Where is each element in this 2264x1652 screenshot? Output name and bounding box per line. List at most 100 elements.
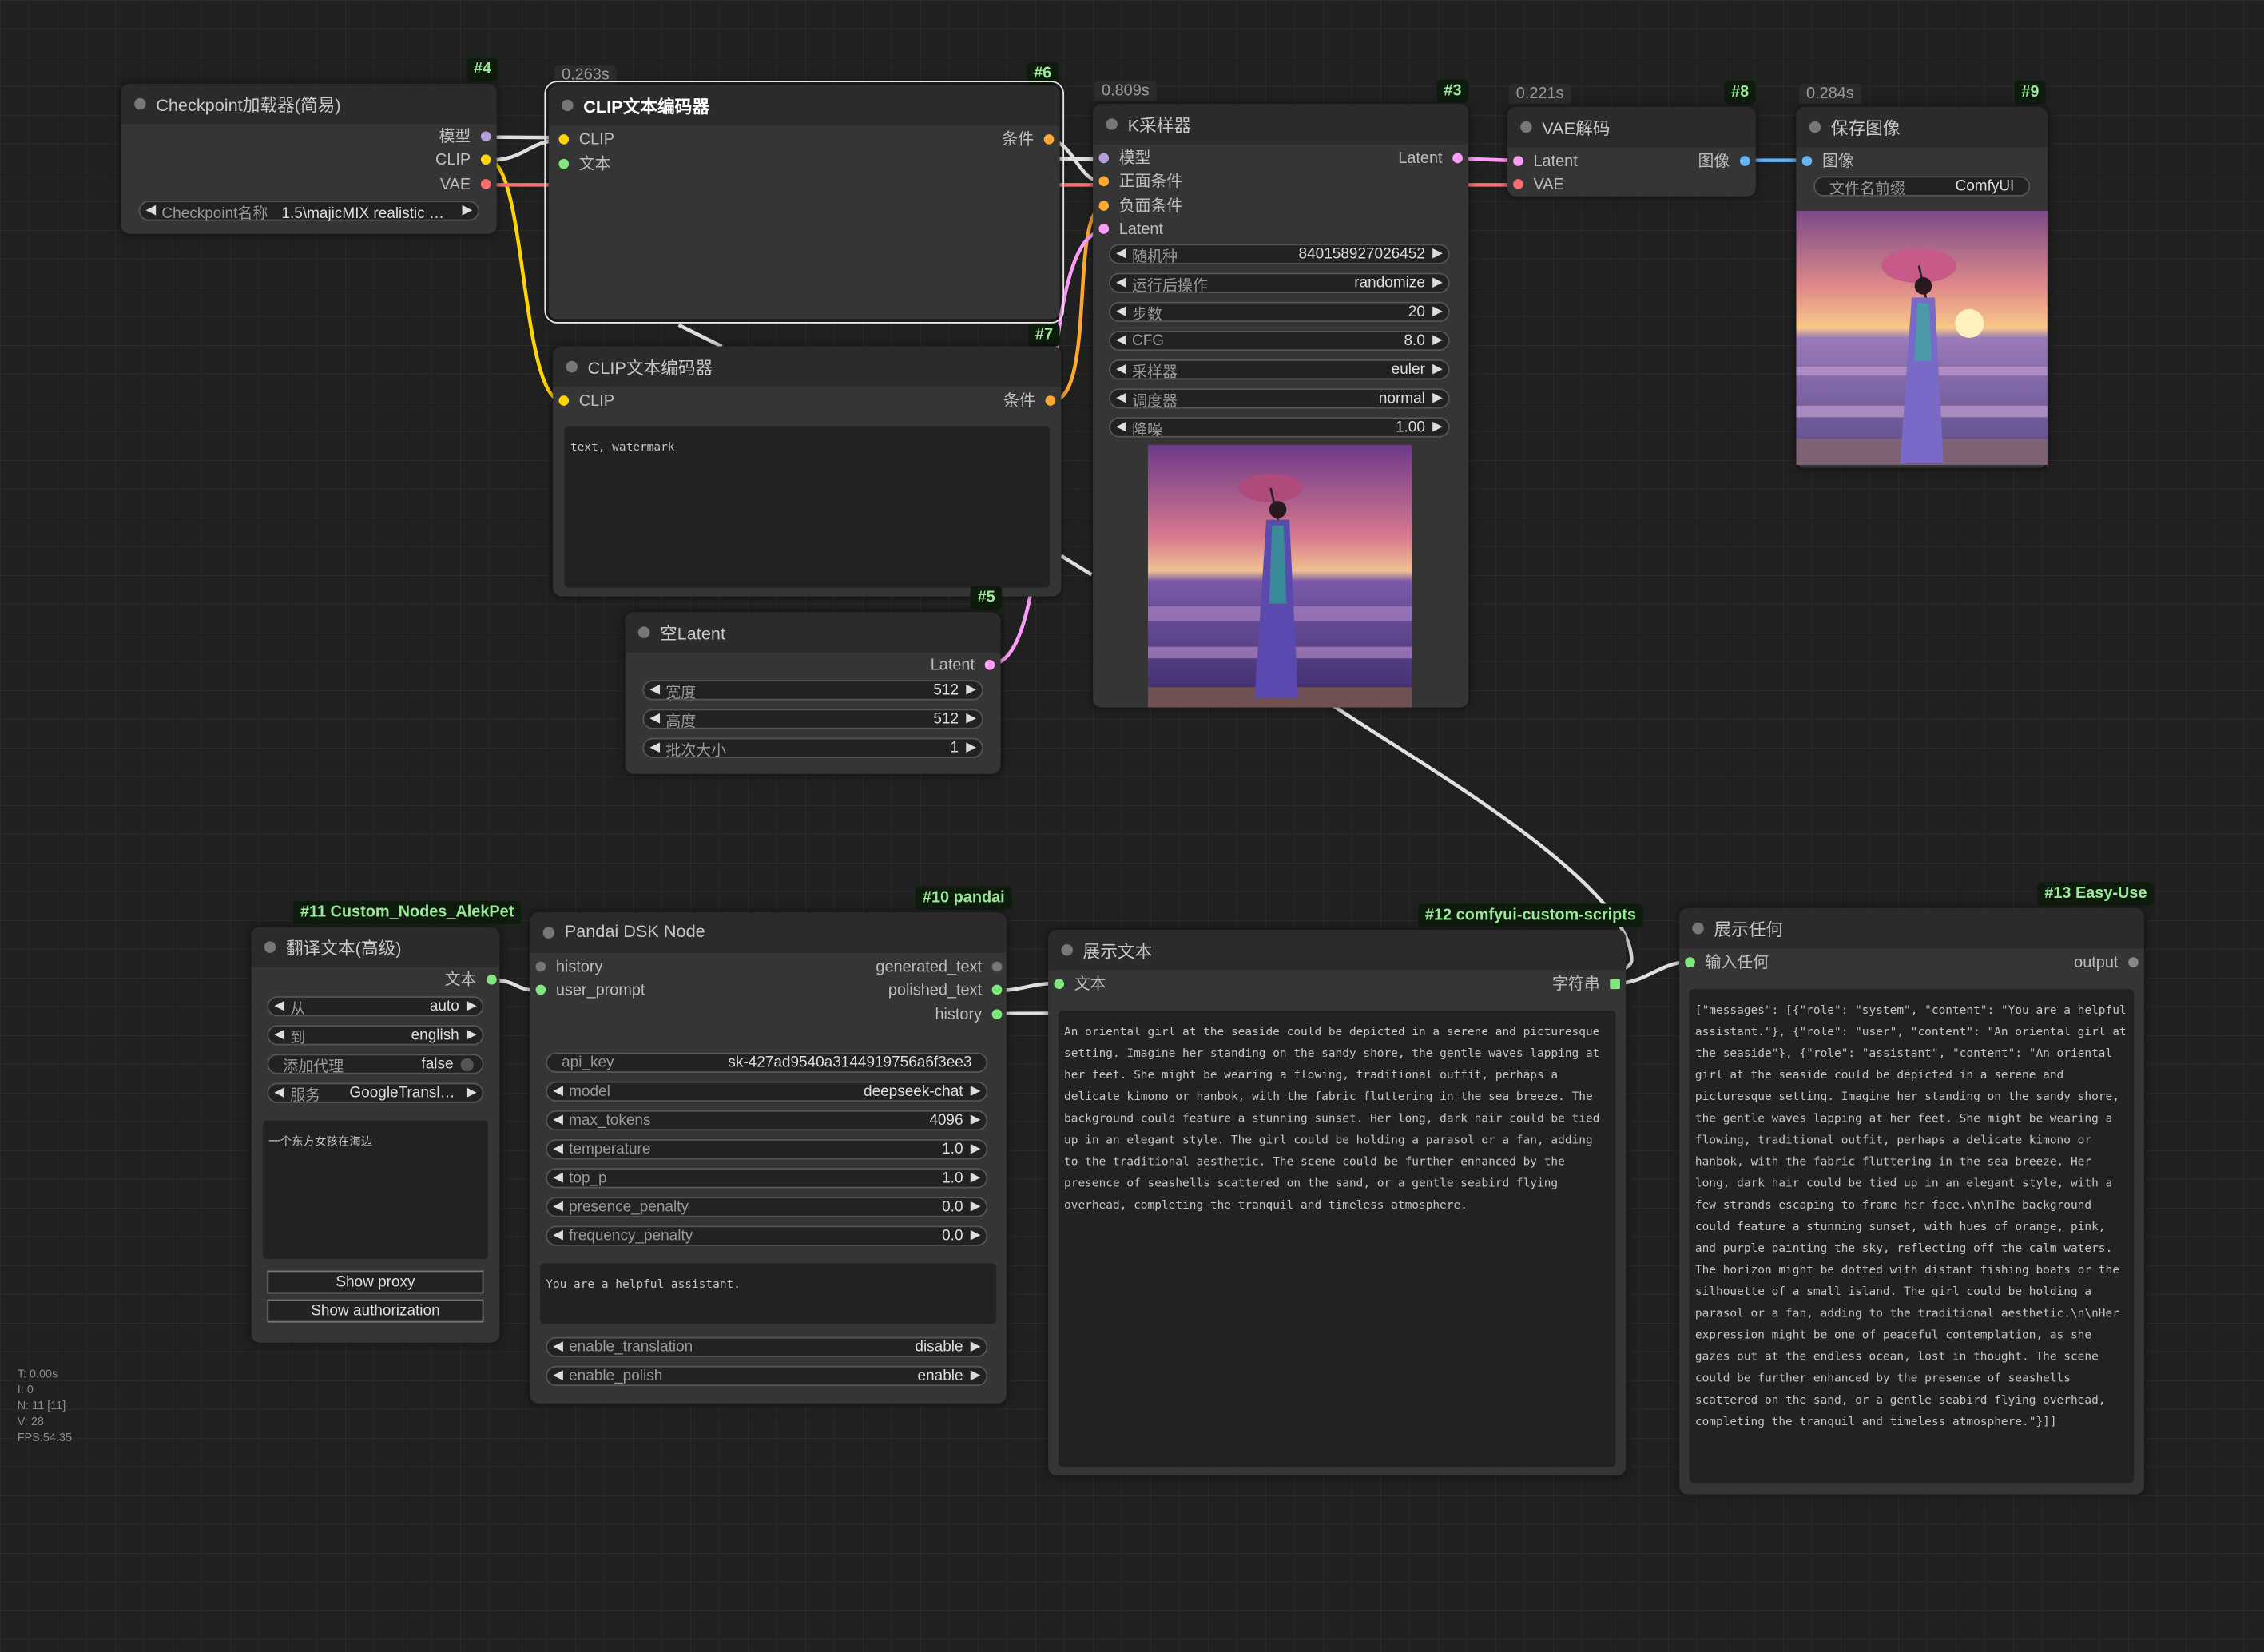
stat-vertices: V: 28 xyxy=(17,1415,44,1428)
sampler-widget[interactable]: ◀ 采样器 euler ▶ xyxy=(1109,359,1450,381)
checkpoint-name-combo[interactable]: ◀ Checkpoint名称 1.5\majicMIX realistic 麦..… xyxy=(138,201,480,222)
collapse-dot-icon[interactable] xyxy=(542,927,555,939)
output-string[interactable]: 字符串 xyxy=(1552,976,1620,993)
show-proxy-button[interactable]: Show proxy xyxy=(267,1270,484,1294)
output-text[interactable]: 文本 xyxy=(445,971,497,989)
input-clip[interactable]: CLIP xyxy=(558,393,614,410)
output-clip[interactable]: CLIP xyxy=(435,152,491,169)
link-extra-2 xyxy=(1060,554,1093,577)
collapse-dot-icon[interactable] xyxy=(562,99,574,112)
displayed-text-area[interactable]: An oriental girl at the seaside could be… xyxy=(1058,1011,1616,1467)
input-latent[interactable]: Latent xyxy=(1513,153,1578,170)
node-badge: #9 xyxy=(2014,81,2047,105)
input-image[interactable]: 图像 xyxy=(1801,153,1854,170)
cfg-widget[interactable]: ◀ CFG 8.0 ▶ xyxy=(1109,330,1450,351)
max-tokens-widget[interactable]: ◀ max_tokens 4096 ▶ xyxy=(546,1110,988,1131)
input-positive[interactable]: 正面条件 xyxy=(1098,173,1182,191)
output-latent[interactable]: Latent xyxy=(931,657,995,674)
api-key-field[interactable]: api_key sk-427ad9540a3144919756a6f3ee3 xyxy=(546,1052,988,1073)
node-title: 翻译文本(高级) xyxy=(285,938,402,959)
seed-widget[interactable]: ◀ 随机种 840158927026452 ▶ xyxy=(1109,244,1450,266)
source-text-textarea[interactable]: 一个东方女孩在海边 xyxy=(262,1120,488,1260)
output-polished-text[interactable]: polished_text xyxy=(888,982,1003,999)
clip-text-encode-negative-node[interactable]: CLIP文本编码器 CLIP 条件 text, watermark xyxy=(553,346,1062,597)
checkpoint-loader-node[interactable]: Checkpoint加载器(简易) 模型 CLIP VAE ◀ Checkpoin… xyxy=(121,83,497,234)
node-title: K采样器 xyxy=(1127,115,1192,136)
output-history[interactable]: history xyxy=(935,1007,1003,1023)
collapse-dot-icon[interactable] xyxy=(264,941,276,953)
node-title: 展示任何 xyxy=(1714,919,1784,940)
node-badge: #7 xyxy=(1027,323,1061,347)
service-widget[interactable]: ◀ 服务 GoogleTranslator ▶ xyxy=(267,1082,484,1105)
input-latent[interactable]: Latent xyxy=(1098,221,1163,238)
node-canvas[interactable]: #4 Checkpoint加载器(简易) 模型 CLIP VAE ◀ Checkp… xyxy=(0,0,2264,1652)
show-any-node[interactable]: 展示任何 输入任何 output ["messages": [{"role": … xyxy=(1679,907,2144,1495)
scheduler-widget[interactable]: ◀ 调度器 normal ▶ xyxy=(1109,388,1450,410)
output-output[interactable]: output xyxy=(2074,955,2139,971)
temperature-widget[interactable]: ◀ temperature 1.0 ▶ xyxy=(546,1139,988,1160)
output-conditioning[interactable]: 条件 xyxy=(1002,131,1055,149)
collapse-dot-icon[interactable] xyxy=(1692,922,1704,935)
ksampler-node[interactable]: K采样器 模型 正面条件 负面条件 Latent Latent ◀ 随机种 8401… xyxy=(1093,104,1469,708)
pandai-dsk-node[interactable]: Pandai DSK Node history user_prompt gene… xyxy=(530,912,1007,1404)
link-extra xyxy=(677,323,723,348)
input-text[interactable]: 文本 xyxy=(1054,976,1106,993)
collapse-dot-icon[interactable] xyxy=(134,97,146,110)
collapse-dot-icon[interactable] xyxy=(566,360,578,373)
clip-text-encode-positive-node[interactable]: CLIP文本编码器 CLIP 文本 条件 xyxy=(544,81,1065,324)
collapse-dot-icon[interactable] xyxy=(1061,944,1073,956)
input-anything[interactable]: 输入任何 xyxy=(1685,955,1769,971)
model-widget[interactable]: ◀ model deepseek-chat ▶ xyxy=(546,1081,988,1102)
to-language-widget[interactable]: ◀ 到 english ▶ xyxy=(267,1025,484,1046)
presence-penalty-widget[interactable]: ◀ presence_penalty 0.0 ▶ xyxy=(546,1197,988,1217)
denoise-widget[interactable]: ◀ 降噪 1.00 ▶ xyxy=(1109,417,1450,439)
output-image[interactable]: 图像 xyxy=(1698,153,1750,170)
filename-prefix-field[interactable]: 文件名前缀 ComfyUI xyxy=(1813,176,2031,198)
output-generated-text[interactable]: generated_text xyxy=(876,959,1003,976)
enable-translation-widget[interactable]: ◀ enable_translation disable ▶ xyxy=(546,1336,988,1357)
output-conditioning[interactable]: 条件 xyxy=(1003,393,1056,410)
translate-text-node[interactable]: 翻译文本(高级) 文本 ◀ 从 auto ▶ ◀ 到 english ▶ 添加代理 false… xyxy=(251,927,500,1343)
node-badge: #13 Easy-Use xyxy=(2037,882,2155,906)
collapse-dot-icon[interactable] xyxy=(1106,118,1118,130)
output-model[interactable]: 模型 xyxy=(439,129,491,146)
add-proxy-toggle[interactable]: 添加代理 false xyxy=(267,1054,484,1076)
from-language-widget[interactable]: ◀ 从 auto ▶ xyxy=(267,996,484,1018)
empty-latent-node[interactable]: 空Latent Latent ◀ 宽度 512 ▶ ◀ 高度 512 ▶ ◀ 批次大小 1 ▶ xyxy=(625,612,1001,774)
enable-polish-widget[interactable]: ◀ enable_polish enable ▶ xyxy=(546,1365,988,1387)
height-widget[interactable]: ◀ 高度 512 ▶ xyxy=(642,709,983,731)
width-widget[interactable]: ◀ 宽度 512 ▶ xyxy=(642,680,983,701)
batch-size-widget[interactable]: ◀ 批次大小 1 ▶ xyxy=(642,737,983,760)
displayed-any-area[interactable]: ["messages": [{"role": "system", "conten… xyxy=(1689,989,2135,1483)
node-timing: 0.284s xyxy=(1799,83,1861,105)
input-user-prompt[interactable]: user_prompt xyxy=(535,982,645,999)
steps-widget[interactable]: ◀ 步数 20 ▶ xyxy=(1109,301,1450,324)
save-image-node[interactable]: 保存图像 图像 文件名前缀 ComfyUI xyxy=(1796,106,2048,468)
input-history[interactable]: history xyxy=(535,959,602,976)
collapse-dot-icon[interactable] xyxy=(1809,121,1821,133)
output-latent[interactable]: Latent xyxy=(1398,150,1463,168)
input-model[interactable]: 模型 xyxy=(1098,150,1150,168)
control-after-generate-widget[interactable]: ◀ 运行后操作 randomize ▶ xyxy=(1109,272,1450,295)
node-title: CLIP文本编码器 xyxy=(587,358,713,379)
input-negative[interactable]: 负面条件 xyxy=(1098,198,1182,215)
collapse-dot-icon[interactable] xyxy=(637,626,650,638)
node-title: CLIP文本编码器 xyxy=(583,97,710,117)
node-badge: #8 xyxy=(1724,81,1757,105)
collapse-dot-icon[interactable] xyxy=(1520,121,1532,133)
input-clip[interactable]: CLIP xyxy=(558,131,614,149)
output-vae[interactable]: VAE xyxy=(440,177,491,194)
input-text[interactable]: 文本 xyxy=(558,156,611,173)
node-badge: #11 Custom_Nodes_AlekPet xyxy=(292,900,522,924)
show-text-node[interactable]: 展示文本 文本 字符串 An oriental girl at the seas… xyxy=(1048,929,1627,1476)
output-image[interactable] xyxy=(1796,210,2048,465)
input-vae[interactable]: VAE xyxy=(1513,177,1564,194)
stat-nodes: N: 11 [11] xyxy=(17,1399,66,1412)
frequency-penalty-widget[interactable]: ◀ frequency_penalty 0.0 ▶ xyxy=(546,1225,988,1246)
system-prompt-textarea[interactable]: You are a helpful assistant. xyxy=(539,1263,997,1324)
show-authorization-button[interactable]: Show authorization xyxy=(267,1299,484,1323)
node-title: 空Latent xyxy=(659,623,725,645)
negative-prompt-textarea[interactable]: text, watermark xyxy=(564,426,1050,588)
top-p-widget[interactable]: ◀ top_p 1.0 ▶ xyxy=(546,1168,988,1189)
vae-decode-node[interactable]: VAE解码 Latent VAE 图像 xyxy=(1507,106,1756,197)
